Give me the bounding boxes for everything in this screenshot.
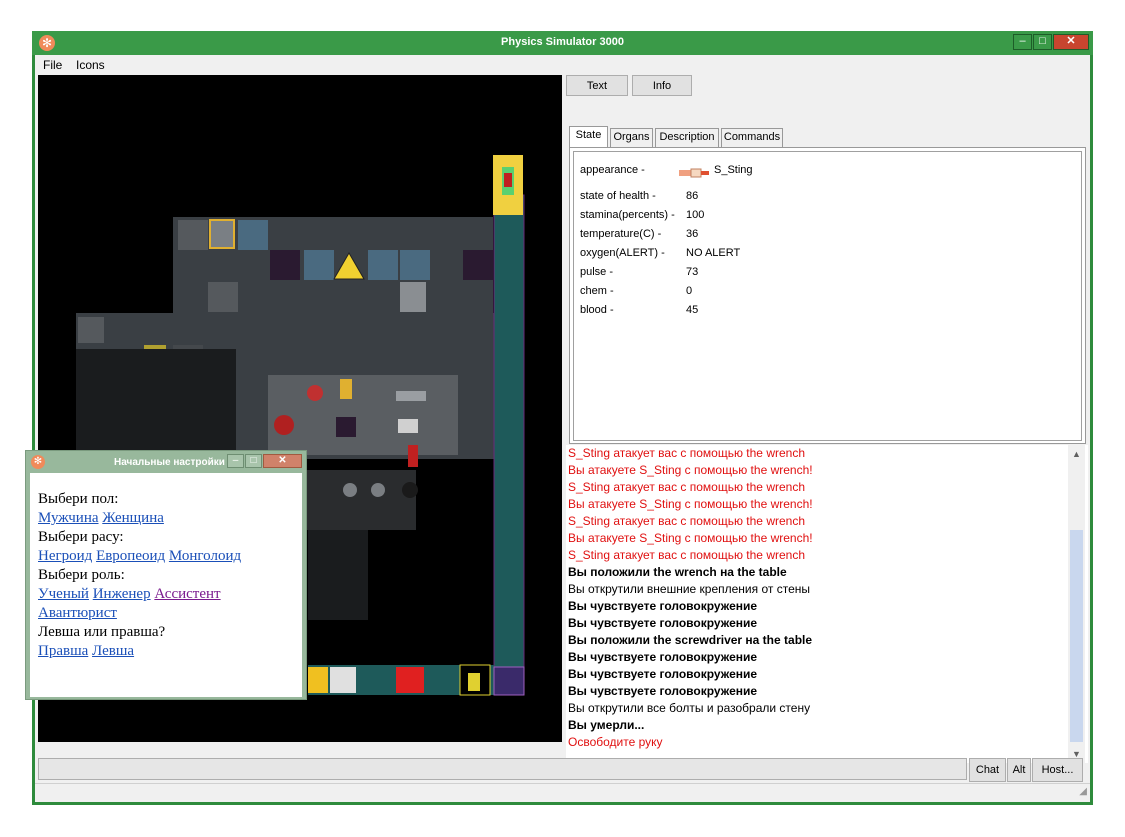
role-adventurer-link[interactable]: Авантюрист bbox=[38, 605, 117, 621]
body-icon bbox=[274, 415, 294, 435]
resize-grip-icon[interactable]: ◢ bbox=[1079, 786, 1087, 797]
log-line: S_Sting атакует вас с помощью the wrench bbox=[568, 548, 805, 562]
menu-bar: File Icons bbox=[35, 55, 1090, 74]
dialog-minimize-button[interactable]: – bbox=[227, 454, 244, 468]
tab-state[interactable]: State bbox=[569, 126, 608, 148]
log-line: Освободите руку bbox=[568, 735, 663, 749]
chat-input[interactable] bbox=[38, 758, 967, 780]
role-assistant-link[interactable]: Ассистент bbox=[154, 586, 220, 602]
state-tab-pane: appearance - S_Sting state of health - 86… bbox=[569, 147, 1086, 444]
race-mongoloid-link[interactable]: Монголоид bbox=[169, 548, 241, 564]
alt-button[interactable]: Alt bbox=[1007, 758, 1031, 782]
help-intent-icon bbox=[396, 667, 424, 693]
message-log[interactable]: S_Sting атакует вас с помощью the wrench… bbox=[566, 445, 1088, 763]
log-line: S_Sting атакует вас с помощью the wrench bbox=[568, 480, 805, 494]
state-row-label: pulse - bbox=[580, 266, 614, 278]
log-line: Вы положили the screwdriver на the table bbox=[568, 633, 813, 647]
log-line: Вы умерли... bbox=[568, 718, 645, 732]
gender-female-link[interactable]: Женщина bbox=[102, 510, 164, 526]
log-line: Вы чувствуете головокружение bbox=[568, 650, 758, 664]
appearance-value: S_Sting bbox=[714, 164, 753, 176]
state-row-label: state of health - bbox=[580, 190, 656, 202]
tab-description[interactable]: Description bbox=[655, 128, 719, 147]
state-panel: appearance - S_Sting state of health - 86… bbox=[573, 151, 1082, 441]
dialog-maximize-button[interactable]: □ bbox=[245, 454, 262, 468]
hand-right-link[interactable]: Правша bbox=[38, 643, 88, 659]
title-bar[interactable]: ✻ Physics Simulator 3000 – □ ✕ bbox=[32, 31, 1093, 55]
log-line: S_Sting атакует вас с помощью the wrench bbox=[568, 514, 805, 528]
role-prompt: Выбери роль: bbox=[38, 567, 125, 583]
gender-prompt: Выбери пол: bbox=[38, 491, 119, 507]
hand-icon bbox=[308, 667, 328, 693]
dialog-snowflake-icon: ✻ bbox=[31, 455, 45, 469]
state-row-label: temperature(C) - bbox=[580, 228, 662, 240]
scroll-up-icon[interactable]: ▲ bbox=[1072, 449, 1081, 459]
gender-male-link[interactable]: Мужчина bbox=[38, 510, 99, 526]
role-options: Ученый Инженер Ассистент bbox=[38, 586, 221, 603]
log-line: Вы положили the wrench на the table bbox=[568, 565, 787, 579]
race-europeoid-link[interactable]: Европеоид bbox=[96, 548, 165, 564]
state-row-label: blood - bbox=[580, 304, 614, 316]
host-button[interactable]: Host... bbox=[1032, 758, 1083, 782]
hand-left-link[interactable]: Левша bbox=[92, 643, 134, 659]
log-line: Вы чувствуете головокружение bbox=[568, 616, 758, 630]
window-title: Physics Simulator 3000 bbox=[501, 36, 624, 48]
hud-column bbox=[493, 194, 525, 696]
log-line: Вы атакуете S_Sting с помощью the wrench… bbox=[568, 497, 813, 511]
dialog-close-button[interactable]: ✕ bbox=[263, 454, 302, 468]
status-bar: ◢ bbox=[35, 783, 1090, 802]
dialog-title-bar[interactable]: ✻ Начальные настройки – □ ✕ bbox=[26, 451, 308, 473]
menu-file[interactable]: File bbox=[43, 58, 62, 72]
right-panel: Text Info State Organs Description Comma… bbox=[566, 75, 1088, 763]
log-line: Вы атакуете S_Sting с помощью the wrench… bbox=[568, 463, 813, 477]
close-button[interactable]: ✕ bbox=[1053, 34, 1089, 50]
race-negroid-link[interactable]: Негроид bbox=[38, 548, 92, 564]
state-row-value: 45 bbox=[686, 304, 699, 316]
log-line: Вы открутили все болты и разобрали стену bbox=[568, 701, 811, 715]
log-line: Вы атакуете S_Sting с помощью the wrench… bbox=[568, 531, 813, 545]
intent-icon bbox=[330, 667, 356, 693]
state-row-value: 73 bbox=[686, 266, 699, 278]
tab-commands[interactable]: Commands bbox=[721, 128, 783, 147]
state-row-value: 36 bbox=[686, 228, 699, 240]
minimize-button[interactable]: – bbox=[1013, 34, 1032, 50]
scroll-thumb[interactable] bbox=[1070, 530, 1083, 742]
state-row-label: oxygen(ALERT) - bbox=[580, 247, 665, 259]
state-row-value: 86 bbox=[686, 190, 699, 202]
hand-prompt: Левша или правша? bbox=[38, 624, 166, 640]
maximize-button[interactable]: □ bbox=[1033, 34, 1052, 50]
state-row-value: NO ALERT bbox=[686, 247, 741, 259]
log-scrollbar[interactable]: ▲ ▼ bbox=[1068, 445, 1085, 763]
chat-button[interactable]: Chat bbox=[969, 758, 1006, 782]
dialog-title: Начальные настройки bbox=[114, 457, 225, 468]
log-line: S_Sting атакует вас с помощью the wrench bbox=[568, 446, 805, 460]
log-line: Вы чувствуете головокружение bbox=[568, 599, 758, 613]
appearance-label: appearance - bbox=[580, 164, 645, 176]
dialog-body: Выбери пол: Мужчина Женщина Выбери расу:… bbox=[30, 473, 302, 697]
log-line: Вы чувствуете головокружение bbox=[568, 667, 758, 681]
start-settings-dialog: ✻ Начальные настройки – □ ✕ Выбери пол: … bbox=[25, 450, 307, 700]
state-row-value: 100 bbox=[686, 209, 705, 221]
state-row-value: 0 bbox=[686, 285, 693, 297]
menu-icons[interactable]: Icons bbox=[76, 58, 105, 72]
race-options: Негроид Европеоид Монголоид bbox=[38, 548, 241, 565]
character-sprite-icon bbox=[679, 165, 711, 178]
role-engineer-link[interactable]: Инженер bbox=[93, 586, 151, 602]
hand-options: Правша Левша bbox=[38, 643, 134, 660]
info-button[interactable]: Info bbox=[632, 75, 692, 96]
role-scientist-link[interactable]: Ученый bbox=[38, 586, 89, 602]
log-line: Вы чувствуете головокружение bbox=[568, 684, 758, 698]
state-row-label: chem - bbox=[580, 285, 614, 297]
text-button[interactable]: Text bbox=[566, 75, 628, 96]
blood-splat-icon bbox=[307, 385, 323, 401]
tab-organs[interactable]: Organs bbox=[610, 128, 653, 147]
gender-options: Мужчина Женщина bbox=[38, 510, 164, 527]
state-row-label: stamina(percents) - bbox=[580, 209, 675, 221]
race-prompt: Выбери расу: bbox=[38, 529, 124, 545]
fire-extinguisher-icon bbox=[408, 445, 418, 467]
log-line: Вы открутили внешние крепления от стены bbox=[568, 582, 810, 596]
